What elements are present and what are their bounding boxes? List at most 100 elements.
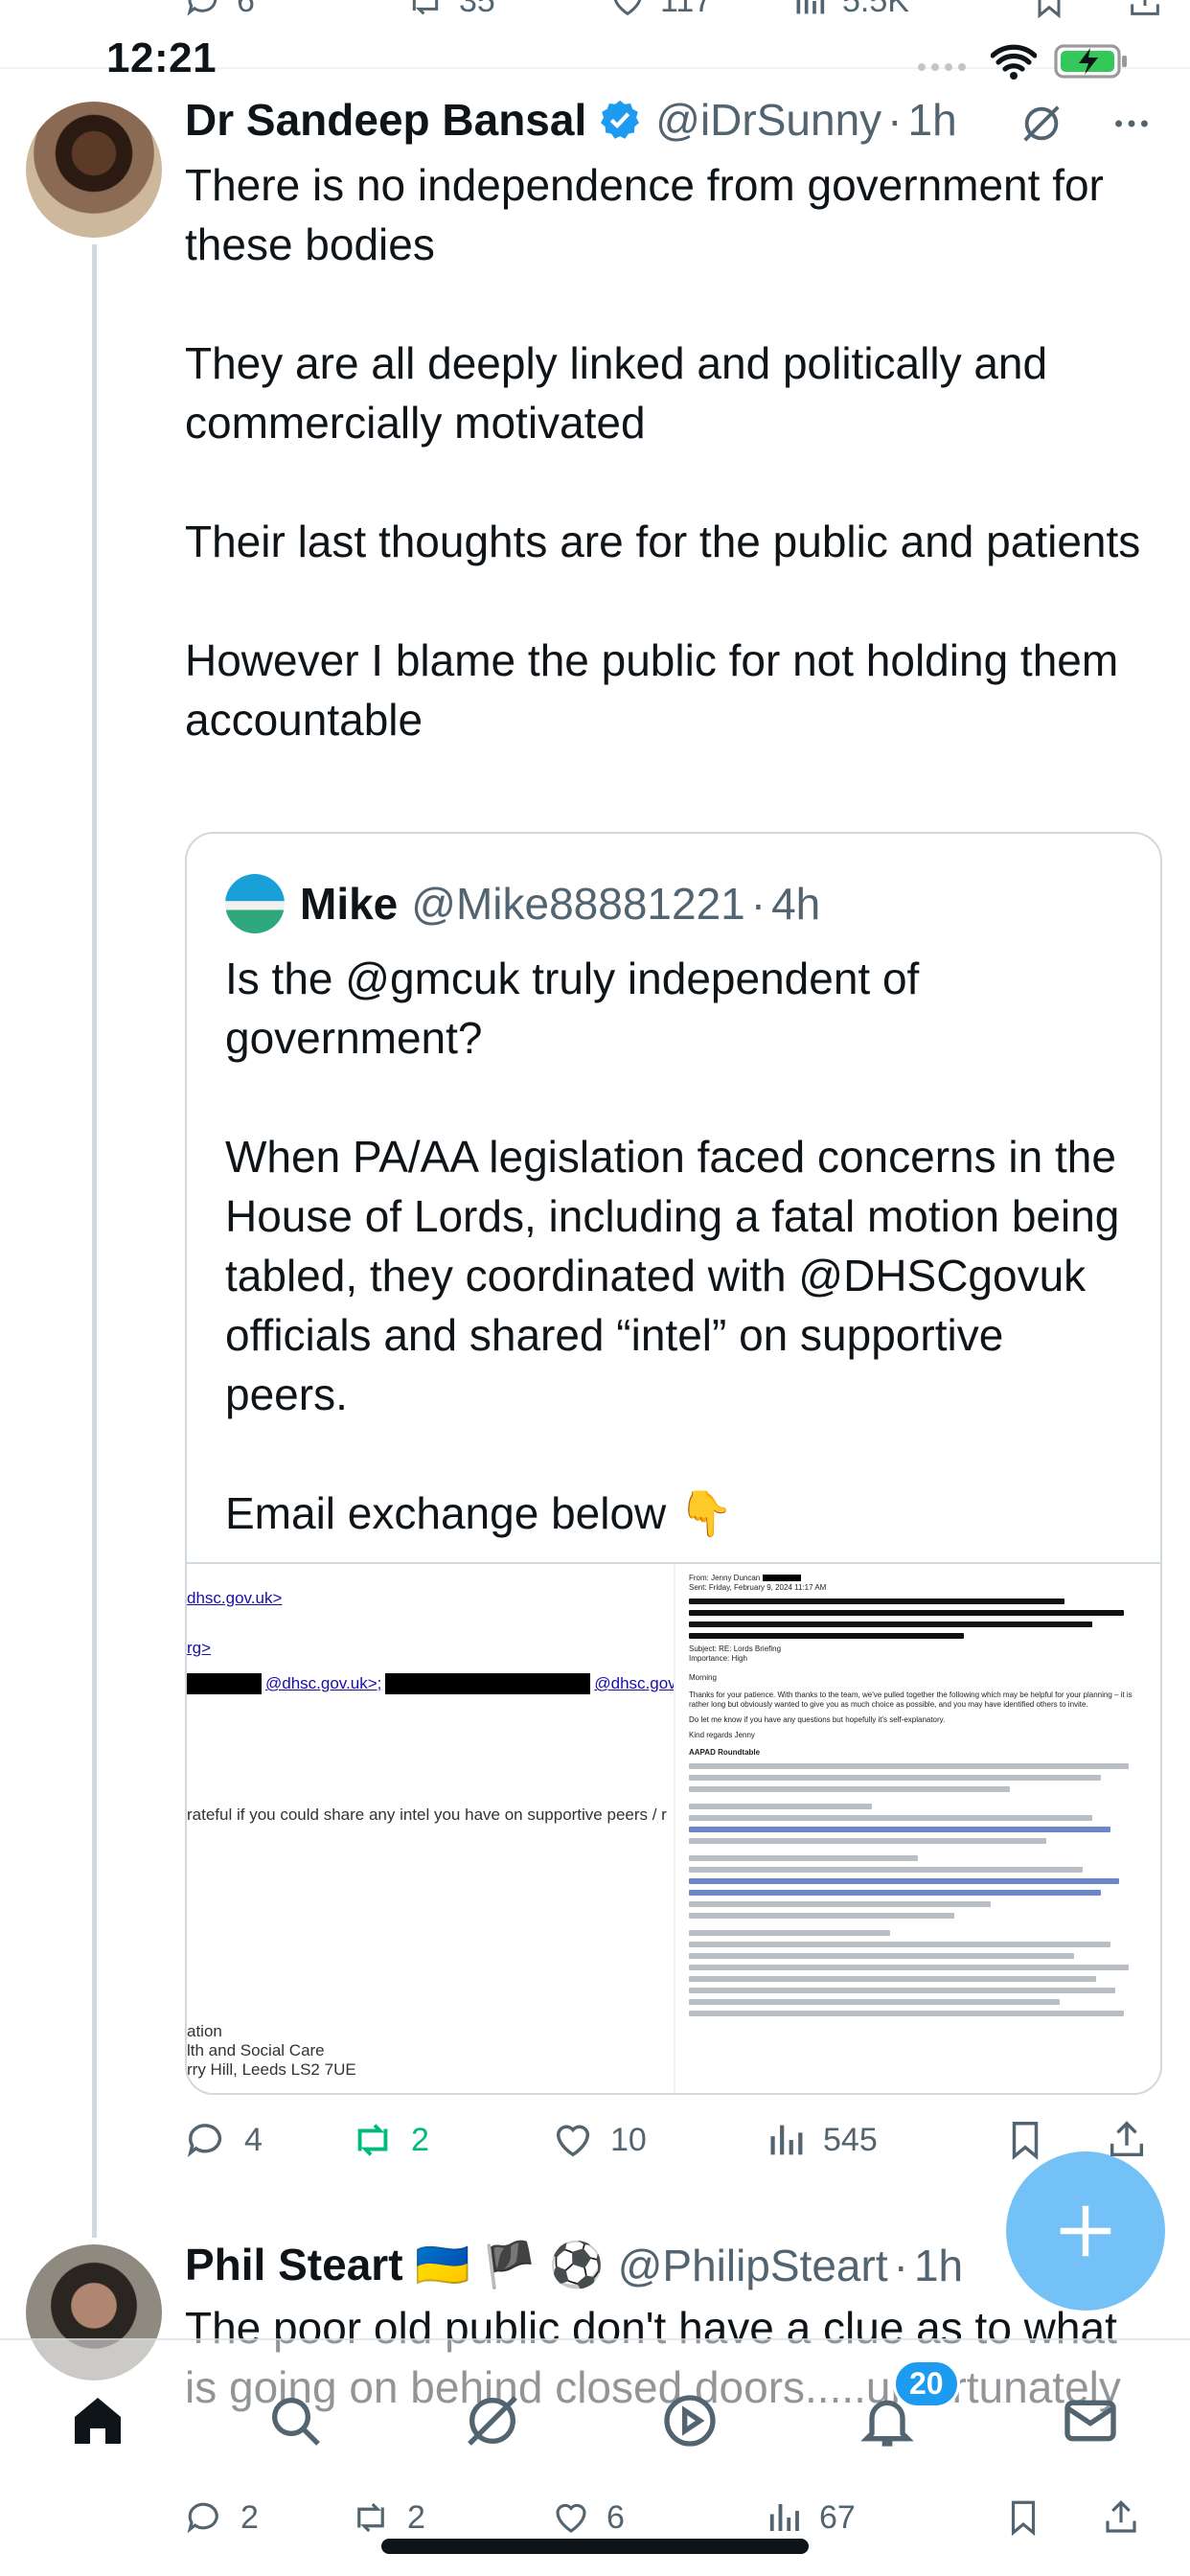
email-list-lines [689,1763,1147,2016]
tweet-header: Dr Sandeep Bansal @iDrSunny · 1h [185,94,957,146]
author-handle[interactable]: @iDrSunny [655,94,881,146]
status-icons [916,42,1131,80]
tab-grok[interactable] [454,2382,531,2459]
reply-tweet-actions: 2 2 6 67 [185,2497,1163,2538]
email-signoff: Kind regards Jenny [689,1731,755,1739]
tweet-time: 1h [907,95,957,145]
separator-dot: · [893,2240,908,2290]
tab-messages[interactable] [1052,2382,1129,2459]
reply-button[interactable]: 4 [185,2118,350,2162]
tab-home[interactable] [59,2382,136,2459]
email-recipients: @dhsc.gov.uk>; @dhsc.gov [187,1673,675,1694]
tab-communities[interactable] [652,2382,728,2459]
notifications-badge: 20 [893,2359,960,2408]
tweet-header-actions [1019,102,1154,146]
views-button[interactable]: 545 [764,2118,994,2162]
bookmark-icon[interactable] [1003,2118,1047,2162]
reply-icon [187,0,217,16]
like-count: 10 [610,2121,647,2158]
quoted-tweet-card[interactable]: Mike @Mike88881221 · 4h Is the @gmcuk tr… [185,832,1162,2095]
reply-icon [187,2124,222,2157]
tweet-paragraph: They are all deeply linked and political… [185,338,1048,448]
reply-button[interactable]: 6 [185,0,405,20]
reply-icon [187,2502,218,2534]
email-line: ation [187,2022,222,2040]
grok-icon[interactable] [1019,102,1064,146]
retweet-button[interactable]: 35 [405,0,608,20]
status-time: 12:21 [106,34,217,81]
email-line: dhsc.gov.uk> [187,1589,283,1607]
views-button[interactable]: 67 [764,2497,994,2538]
quoted-avatar [225,874,285,933]
views-count: 67 [819,2498,856,2536]
email-importance: Importance: High [689,1654,747,1663]
avatar[interactable] [26,102,162,238]
wifi-icon [991,44,1037,80]
home-icon [75,2398,121,2444]
retweet-count: 2 [411,2121,429,2158]
quoted-author-handle: @Mike88881221 [411,879,745,929]
retweet-count: 35 [459,0,495,19]
email-heading: AAPAD Roundtable [689,1748,761,1757]
email-line: rry Hill, Leeds LS2 7UE [187,2060,356,2079]
like-button[interactable]: 10 [551,2118,764,2162]
retweet-icon [357,2124,388,2156]
previous-tweet-actions: 6 35 117 5.5K [185,0,1190,34]
search-icon [272,2398,320,2446]
tweet-paragraph: Their last thoughts are for the public a… [185,517,1141,566]
redacted-line [689,1633,964,1639]
redacted-line [689,1598,1064,1604]
redaction [385,1673,591,1694]
retweet-button[interactable]: 2 [350,2497,551,2538]
email-subject: Subject: RE: Lords Briefing [689,1644,782,1653]
tweet-paragraph: There is no independence from government… [185,160,1104,269]
tab-search[interactable] [257,2382,333,2459]
thread-connector-line [92,244,97,2238]
share-icon[interactable] [1101,2497,1141,2538]
views-button[interactable]: 5.5K [790,0,1011,20]
bookmark-icon[interactable] [1003,2497,1043,2538]
separator-dot: · [887,95,903,145]
email-paragraph: Thanks for your patience. With thanks to… [689,1690,1133,1709]
tweet-paragraph: However I blame the public for not holdi… [185,635,1119,745]
retweet-button[interactable]: 2 [350,2118,551,2162]
verified-badge-icon [601,100,640,139]
email-sent: Sent: Friday, February 9, 2024 11:17 AM [689,1583,827,1592]
tweet-text: There is no independence from government… [185,155,1152,749]
email-line: @dhsc.gov [594,1674,675,1692]
quoted-paragraph: When PA/AA legislation faced concerns in… [225,1132,1120,1419]
email-body: From: Jenny Duncan Sent: Friday, Februar… [689,1574,1147,1758]
author-name[interactable]: Phil Steart 🇺🇦 🏴 ⚽ [185,2239,605,2291]
compose-button[interactable] [1006,2151,1165,2311]
like-button[interactable]: 117 [608,0,790,20]
email-screenshot-left[interactable]: dhsc.gov.uk> rg> @dhsc.gov.uk>; @dhsc.go… [187,1564,675,2093]
bookmark-icon[interactable] [1030,0,1068,20]
reply-button[interactable]: 2 [185,2497,350,2538]
redaction [762,1575,801,1582]
reply-count: 2 [240,2498,259,2536]
quoted-paragraph: Is the @gmcuk truly independent of gover… [225,954,920,1063]
status-bar: 12:21 [0,34,1190,92]
mail-icon [1064,2400,1116,2442]
email-screenshot-right[interactable]: From: Jenny Duncan Sent: Friday, Februar… [675,1564,1160,2093]
email-line: rg> [187,1639,212,1657]
views-icon [769,2504,799,2531]
battery-charging-icon [1054,44,1127,79]
heart-icon [556,2503,586,2533]
email-line: @dhsc.gov.uk>; [265,1674,382,1692]
more-options-icon[interactable] [1110,102,1154,146]
quoted-paragraph: Email exchange below 👇 [225,1488,734,1538]
author-handle[interactable]: @PhilipSteart [618,2240,888,2291]
views-count: 5.5K [842,0,909,19]
like-count: 6 [606,2498,625,2536]
author-name[interactable]: Dr Sandeep Bansal [185,94,586,146]
share-icon[interactable] [1126,0,1164,20]
retweet-count: 2 [407,2498,425,2536]
retweet-icon [412,0,439,15]
quoted-tweet-header: Mike @Mike88881221 · 4h [225,874,820,933]
like-button[interactable]: 6 [551,2497,764,2538]
heart-icon [556,2125,590,2157]
tweet-time: 1h [913,2240,964,2290]
play-circle-icon [664,2395,716,2447]
quoted-media[interactable]: dhsc.gov.uk> rg> @dhsc.gov.uk>; @dhsc.go… [187,1562,1160,2093]
